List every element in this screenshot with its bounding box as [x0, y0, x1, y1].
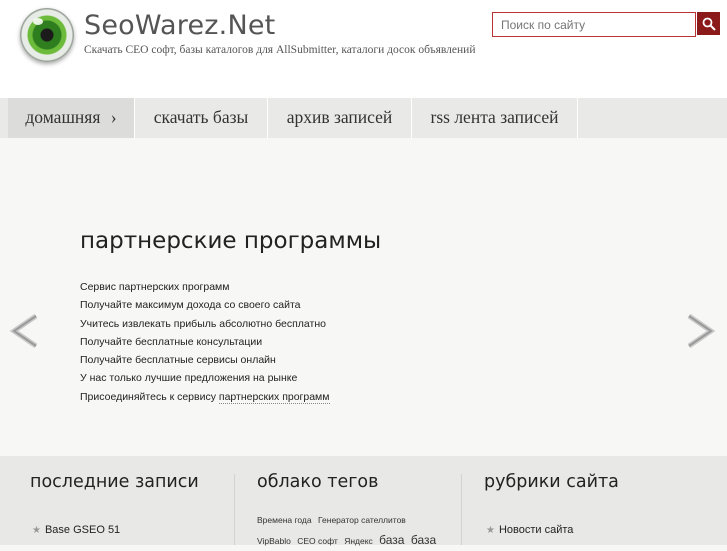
search-icon: [702, 17, 716, 31]
nav-item-label: архив записей: [286, 107, 393, 127]
nav-item-label: скачать базы: [153, 107, 249, 127]
site-title[interactable]: SeoWarez.Net: [84, 10, 275, 41]
nav-item-rss[interactable]: rss лента записей: [412, 98, 578, 138]
tag-link[interactable]: Генератор сателлитов: [318, 515, 406, 525]
partner-programs-link[interactable]: партнерских программ: [218, 390, 330, 404]
list-item[interactable]: ★ Новости сайта: [486, 524, 573, 536]
nav-item-home[interactable]: домашняя ›: [8, 98, 135, 138]
chevron-right-icon: ›: [110, 107, 117, 127]
slider-line: Получайте максимум дохода со своего сайт…: [80, 299, 301, 312]
widget-title: последние записи: [30, 472, 199, 492]
slider-line: У нас только лучшие предложения на рынке: [80, 372, 298, 385]
list-item[interactable]: ★ Base GSEO 51: [32, 524, 120, 536]
chevron-right-icon[interactable]: [683, 312, 717, 350]
widget-title: облако тегов: [257, 472, 379, 492]
slider-line: Учитесь извлекать прибыль абсолютно бесп…: [80, 317, 326, 330]
recent-post-link[interactable]: Base GSEO 51: [45, 524, 120, 536]
search-input[interactable]: [492, 12, 696, 37]
site-header: SeoWarez.Net Скачать СЕО софт, базы ката…: [0, 0, 727, 98]
slider-line: Получайте бесплатные сервисы онлайн: [80, 354, 276, 367]
site-description: Скачать СЕО софт, базы каталогов для All…: [84, 44, 476, 56]
nav-item-download-bases[interactable]: скачать базы: [135, 98, 268, 138]
widget-title: рубрики сайта: [484, 472, 619, 492]
main-nav: домашняя › скачать базы архив записей rs…: [0, 98, 727, 138]
chevron-left-icon[interactable]: [8, 312, 42, 350]
slider-line: Получайте бесплатные консультации: [80, 335, 263, 348]
eye-logo-icon[interactable]: [20, 8, 74, 62]
nav-item-label: домашняя: [25, 107, 101, 127]
slider-line: Присоединяйтесь к сервису партнерских пр…: [80, 388, 330, 406]
category-link[interactable]: Новости сайта: [499, 524, 573, 536]
slider-line-prefix: Присоединяйтесь к сервису: [80, 390, 219, 403]
divider: [461, 474, 462, 545]
nav-item-archive[interactable]: архив записей: [268, 98, 412, 138]
slider-line: Сервис партнерских программ: [80, 281, 230, 293]
slider-title: партнерские программы: [80, 228, 382, 254]
star-icon: ★: [486, 525, 495, 536]
slider-text-list: Сервис партнерских программ Получайте ма…: [80, 278, 330, 406]
search-button[interactable]: [697, 12, 720, 35]
logo-highlight: [33, 18, 43, 25]
star-icon: ★: [32, 525, 41, 536]
tag-link[interactable]: Времена года: [257, 515, 312, 525]
nav-item-label: rss лента записей: [430, 107, 559, 127]
divider: [234, 474, 235, 545]
